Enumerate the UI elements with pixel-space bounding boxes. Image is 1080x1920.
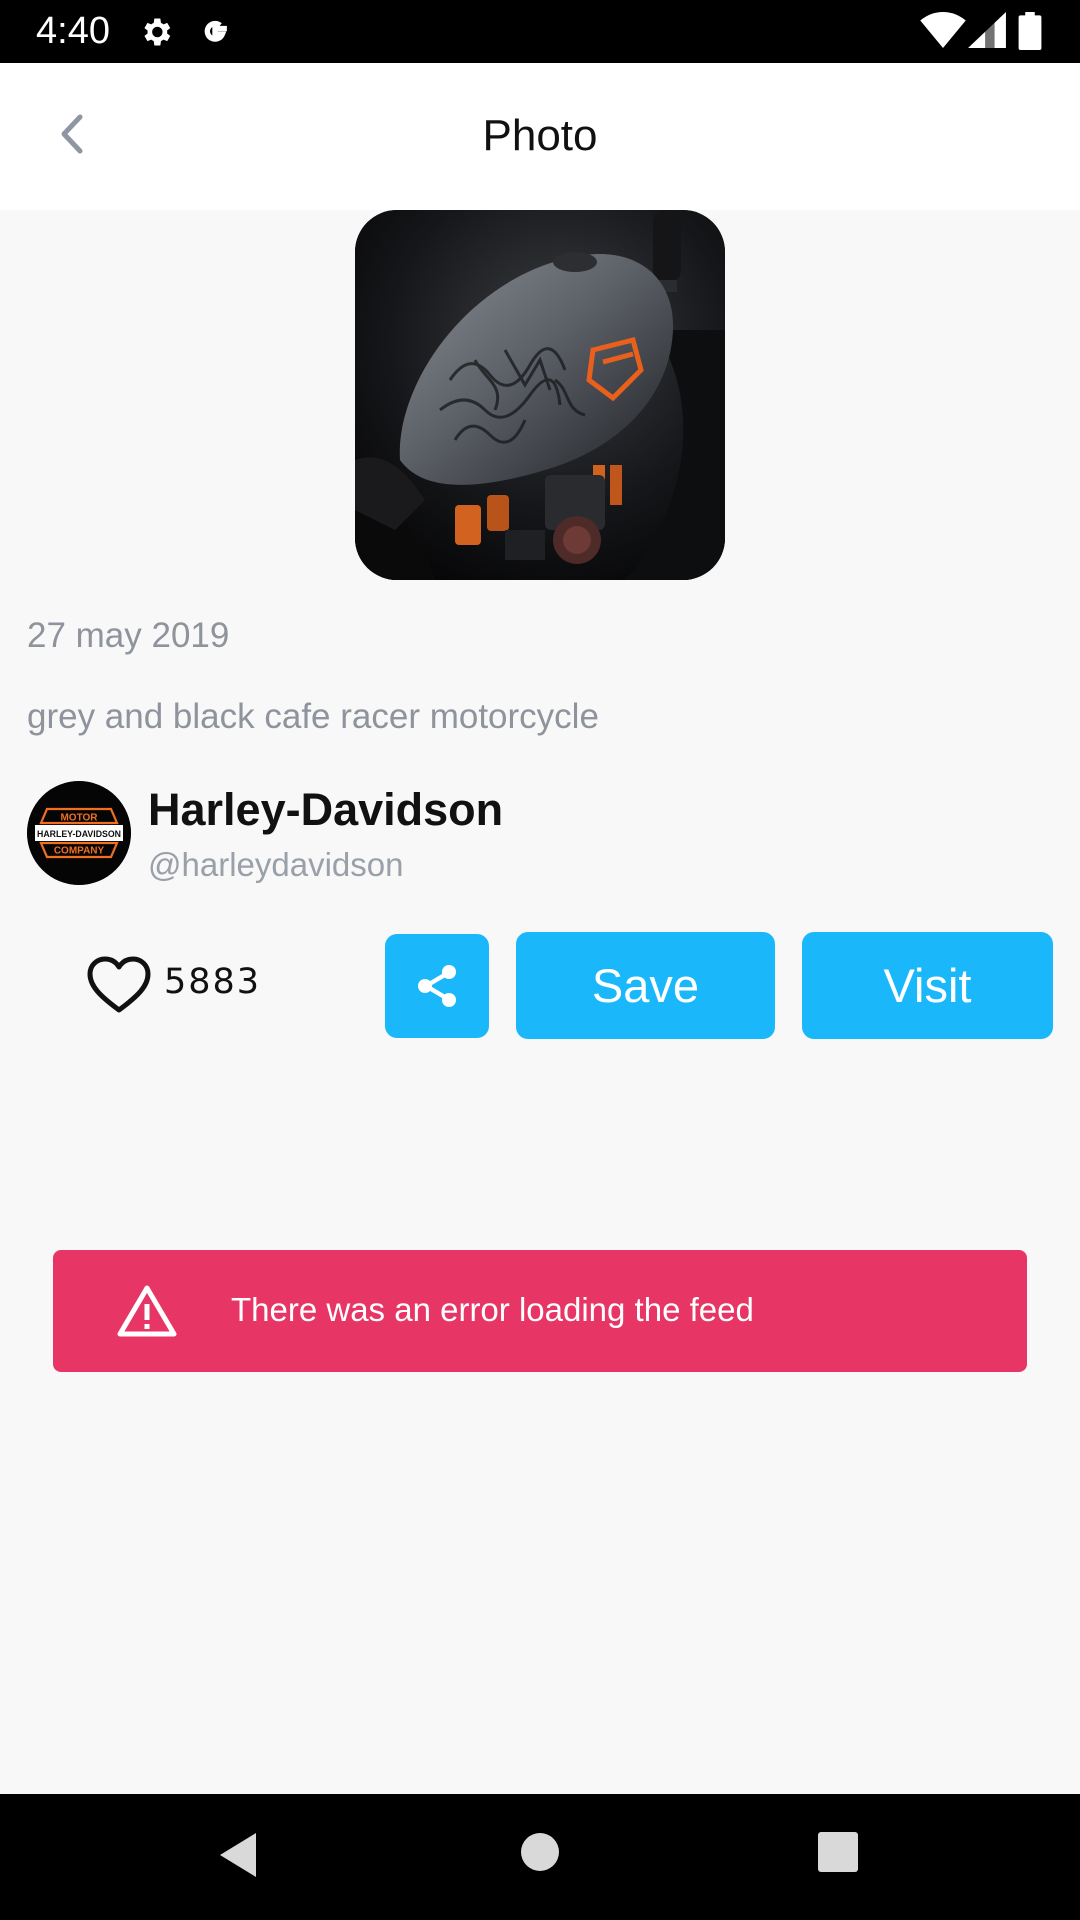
error-banner: There was an error loading the feed [53,1250,1027,1372]
gear-icon [144,18,171,46]
logo-middle-text: HARLEY-DAVIDSON [37,829,121,839]
logo-top-text: MOTOR [60,813,98,824]
like-button[interactable]: 5883 [86,952,286,1016]
cell-signal-icon [968,12,1006,48]
share-button[interactable] [385,934,489,1038]
avatar[interactable]: MOTOR HARLEY-DAVIDSON COMPANY [27,781,131,885]
share-icon [418,965,456,1007]
nav-back-icon[interactable] [216,1830,260,1880]
status-bar: 4:40 [0,0,1080,63]
page-title: Photo [482,111,598,160]
error-message: There was an error loading the feed [231,1291,754,1328]
wifi-icon [920,12,966,48]
harley-davidson-logo: MOTOR HARLEY-DAVIDSON COMPANY [27,781,131,885]
motorcycle-photo[interactable] [355,210,725,580]
battery-icon [1018,12,1042,50]
motorcycle-image [355,210,725,580]
like-count: 5883 [164,962,262,1002]
visit-button[interactable]: Visit [802,932,1053,1039]
nav-recents-icon[interactable] [817,1831,859,1873]
logo-bottom-text: COMPANY [54,846,105,857]
save-button[interactable]: Save [516,932,775,1039]
author-name[interactable]: Harley-Davidson [148,782,503,838]
photo-date: 27 may 2019 [27,616,230,655]
google-icon [204,20,227,42]
warning-icon [117,1285,177,1337]
app-bar: Photo [0,63,1080,210]
author-handle[interactable]: @harleydavidson [148,844,403,886]
status-time: 4:40 [36,10,110,52]
system-nav-bar [0,1794,1080,1920]
nav-home-icon[interactable] [519,1831,561,1873]
heart-icon [87,956,151,1013]
photo-description: grey and black cafe racer motorcycle [27,697,599,736]
